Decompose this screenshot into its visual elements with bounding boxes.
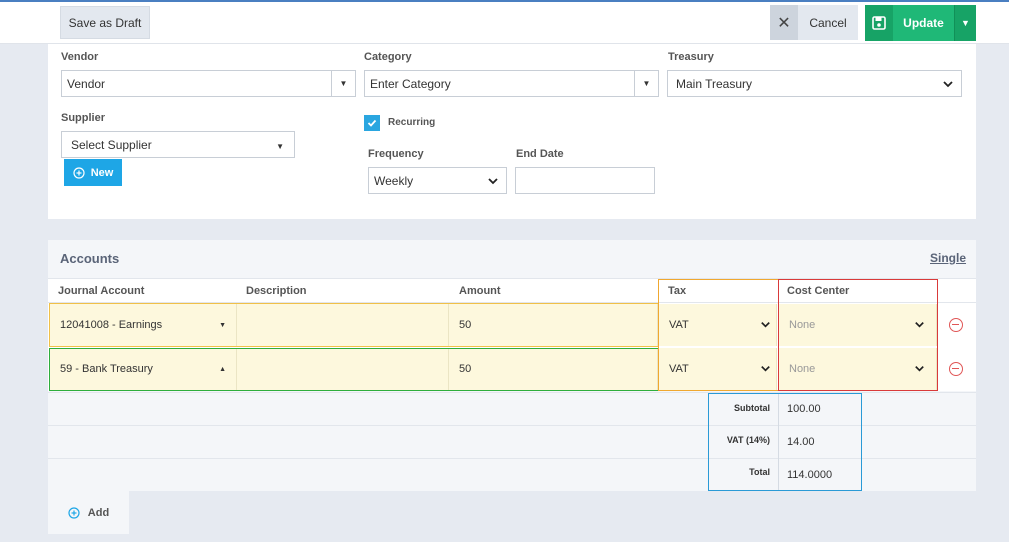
recurring-label: Recurring (388, 117, 436, 128)
chevron-down-icon (915, 366, 924, 372)
action-toolbar: Save as Draft ✕ Cancel Update ▼ (0, 2, 1009, 44)
caret-down-icon[interactable]: ▼ (331, 71, 355, 96)
tax-select[interactable]: VAT (659, 304, 777, 346)
category-select[interactable]: Enter Category ▼ (364, 70, 659, 97)
category-label: Category (364, 51, 412, 63)
cost-center-select[interactable]: None (779, 348, 937, 390)
journal-account-value: 59 - Bank Treasury (60, 363, 153, 375)
vat-label: VAT (14%) (726, 435, 770, 445)
caret-down-icon[interactable]: ▼ (634, 71, 658, 96)
amount-input[interactable]: 50 (449, 304, 658, 346)
journal-account-select[interactable]: 12041008 - Earnings ▼ (50, 304, 237, 346)
subtotal-value: 100.00 (787, 403, 821, 415)
treasury-value: Main Treasury (676, 76, 753, 91)
cancel-label: Cancel (809, 15, 847, 30)
vendor-select[interactable]: Vendor ▼ (61, 70, 356, 97)
chevron-down-icon (943, 81, 953, 88)
vendor-value: Vendor (67, 76, 106, 91)
chevron-down-icon (488, 178, 498, 185)
chevron-down-icon (761, 322, 770, 328)
tax-select[interactable]: VAT (659, 348, 777, 390)
add-row-button[interactable]: Add (48, 491, 129, 534)
single-link[interactable]: Single (930, 251, 966, 265)
check-icon (367, 119, 377, 127)
plus-circle-icon (73, 166, 85, 179)
table-row: 12041008 - Earnings ▼ 50 VAT None (48, 303, 976, 347)
column-header-tax: Tax (668, 285, 687, 297)
treasury-select[interactable]: Main Treasury (667, 70, 962, 97)
save-icon (865, 5, 893, 41)
add-label: Add (87, 506, 110, 519)
end-date-input[interactable] (515, 167, 655, 194)
chevron-down-icon (915, 322, 924, 328)
update-button[interactable]: Update ▼ (865, 5, 976, 41)
tax-value: VAT (669, 363, 689, 375)
cost-center-select[interactable]: None (779, 304, 937, 346)
end-date-label: End Date (516, 148, 564, 160)
summary-row (48, 392, 976, 425)
category-placeholder: Enter Category (370, 76, 451, 91)
column-header-amount: Amount (459, 285, 501, 297)
recurring-checkbox[interactable] (364, 115, 380, 131)
remove-row-icon[interactable] (949, 362, 963, 376)
column-header-description: Description (246, 285, 307, 297)
total-value: 114.0000 (787, 469, 833, 481)
subtotal-label: Subtotal (734, 403, 770, 413)
cancel-button[interactable]: ✕ Cancel (770, 5, 858, 40)
table-row: 59 - Bank Treasury ▲ 50 VAT None (48, 347, 976, 391)
update-dropdown-caret-icon[interactable]: ▼ (954, 5, 976, 41)
summary-row (48, 458, 976, 491)
supplier-label: Supplier (61, 112, 106, 124)
caret-down-icon: ▼ (219, 321, 226, 329)
supplier-value: Select Supplier (71, 137, 152, 152)
vat-value: 14.00 (787, 436, 815, 448)
new-label: New (90, 166, 114, 179)
accounts-title: Accounts (60, 251, 120, 266)
frequency-select[interactable]: Weekly (368, 167, 507, 194)
new-supplier-button[interactable]: New (64, 159, 122, 186)
plus-circle-icon (68, 506, 80, 519)
remove-row-icon[interactable] (949, 318, 963, 332)
journal-account-select[interactable]: 59 - Bank Treasury ▲ (50, 348, 237, 390)
description-input[interactable] (237, 304, 449, 346)
column-header-cost-center: Cost Center (787, 285, 850, 297)
journal-account-value: 12041008 - Earnings (60, 319, 163, 331)
summary-row (48, 425, 976, 458)
caret-up-icon: ▲ (219, 365, 226, 373)
total-label: Total (749, 467, 770, 477)
cost-center-value: None (789, 363, 816, 375)
caret-down-icon: ▼ (276, 142, 284, 151)
column-header-journal-account: Journal Account (58, 285, 145, 297)
supplier-select[interactable]: Select Supplier ▼ (61, 131, 295, 158)
cost-center-value: None (789, 319, 816, 331)
vendor-label: Vendor (61, 51, 99, 63)
update-label: Update (903, 16, 944, 30)
chevron-down-icon (761, 366, 770, 372)
tax-value: VAT (669, 319, 689, 331)
amount-value: 50 (459, 319, 472, 331)
save-draft-button[interactable]: Save as Draft (60, 6, 150, 39)
description-input[interactable] (237, 348, 449, 390)
amount-value: 50 (459, 363, 472, 375)
amount-input[interactable]: 50 (449, 348, 658, 390)
frequency-label: Frequency (368, 148, 424, 160)
treasury-label: Treasury (668, 51, 714, 63)
frequency-value: Weekly (374, 173, 414, 188)
close-icon: ✕ (770, 5, 798, 40)
